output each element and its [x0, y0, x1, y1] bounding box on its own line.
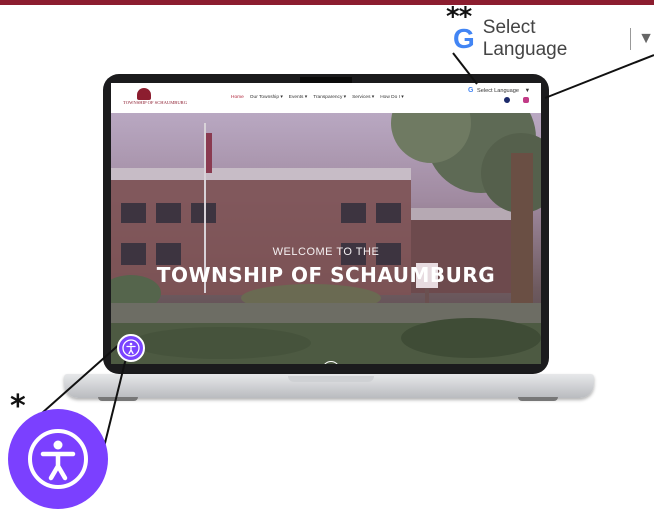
accessibility-button-large[interactable] — [8, 409, 108, 509]
accessibility-person-icon — [28, 429, 88, 489]
accessibility-person-icon — [122, 339, 140, 357]
accessibility-button-small[interactable] — [117, 334, 145, 362]
